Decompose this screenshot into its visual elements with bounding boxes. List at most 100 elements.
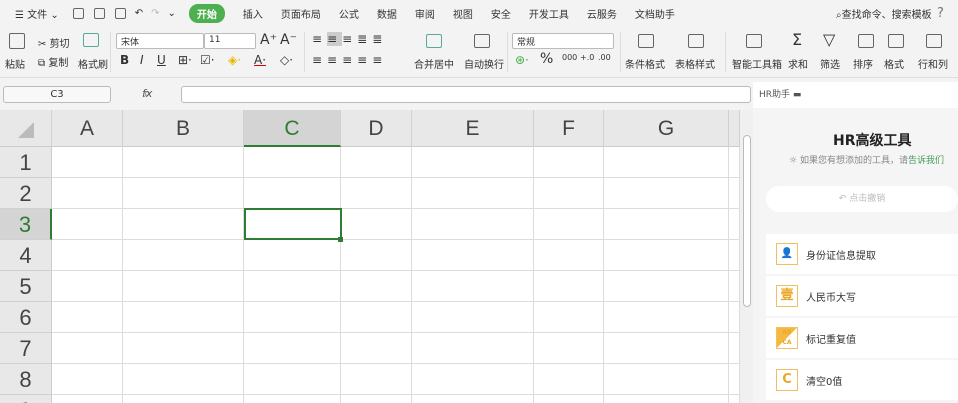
number-format-select[interactable]: 常规 xyxy=(512,33,614,49)
column-header[interactable]: F xyxy=(534,110,604,147)
print-preview-icon[interactable] xyxy=(114,7,126,19)
underline-icon[interactable]: U xyxy=(157,53,166,67)
merge-center-button[interactable]: 合并居中 xyxy=(414,56,454,71)
print-icon[interactable] xyxy=(93,7,105,19)
increase-font-icon[interactable]: A⁺ xyxy=(260,32,277,48)
toolbar-divider xyxy=(620,32,621,72)
clear-icon[interactable]: ◇· xyxy=(280,53,293,67)
paste-icon[interactable] xyxy=(9,33,25,49)
save-icon[interactable] xyxy=(72,7,84,19)
column-header[interactable]: E xyxy=(412,110,534,147)
row-header[interactable]: 8 xyxy=(0,364,52,395)
tab-security[interactable]: 安全 xyxy=(491,6,511,21)
bold-icon[interactable]: B xyxy=(120,53,129,67)
thousands-icon[interactable]: 000 xyxy=(562,53,577,62)
row-header[interactable]: 6 xyxy=(0,302,52,333)
row-header[interactable]: 7 xyxy=(0,333,52,364)
fx-icon[interactable]: fx xyxy=(142,87,152,100)
scrollbar-thumb[interactable] xyxy=(743,135,751,307)
undo-icon[interactable]: ↶ xyxy=(135,8,143,19)
search-command[interactable]: ⌕查找命令、搜索模板 xyxy=(836,6,932,21)
tool-id-extract[interactable]: 👤 身份证信息提取 xyxy=(766,234,958,274)
tool-clear-zero[interactable]: C 清空0值 xyxy=(766,360,958,400)
selected-cell-c3[interactable] xyxy=(244,208,342,240)
tool-rmb-uppercase[interactable]: 壹人民币大写 xyxy=(766,276,958,316)
tab-start[interactable]: 开始 xyxy=(188,3,225,23)
vertical-align-icons[interactable]: ≡≡≡≣≣ xyxy=(312,32,387,46)
column-header[interactable]: B xyxy=(123,110,244,147)
select-all-corner[interactable] xyxy=(0,110,52,147)
customize-icon[interactable]: ⌄ xyxy=(168,8,176,19)
tab-view[interactable]: 视图 xyxy=(453,6,473,21)
format-painter-button[interactable]: 格式刷 xyxy=(78,56,108,71)
table-style-icon xyxy=(688,34,704,48)
tab-doc-assistant[interactable]: 文档助手 xyxy=(635,6,675,21)
font-select[interactable]: 宋体 xyxy=(116,33,204,49)
column-header[interactable]: C xyxy=(244,110,341,147)
row-header[interactable]: 5 xyxy=(0,271,52,302)
paste-button[interactable]: 粘贴 xyxy=(5,56,25,71)
decrease-decimal-icon[interactable]: .00 xyxy=(598,53,611,62)
tab-formulas[interactable]: 公式 xyxy=(339,6,359,21)
undo-button[interactable]: ↶ 点击撤销 xyxy=(766,186,958,212)
tool-label: 标记重复值 xyxy=(806,334,856,346)
column-header[interactable]: D xyxy=(341,110,412,147)
column-header[interactable] xyxy=(729,110,740,147)
tell-us-link[interactable]: 告诉我们 xyxy=(908,156,944,166)
tab-insert[interactable]: 插入 xyxy=(243,6,263,21)
fill-style-icon[interactable]: ☑· xyxy=(200,53,215,67)
row-header[interactable]: 1 xyxy=(0,147,52,178)
currency-icon[interactable]: ⊛· xyxy=(515,53,529,67)
column-gridline xyxy=(603,147,604,403)
fill-handle[interactable] xyxy=(338,237,343,242)
name-box[interactable]: C3 xyxy=(3,86,111,103)
conditional-format-button[interactable]: 条件格式 xyxy=(625,56,665,71)
column-header[interactable]: A xyxy=(52,110,123,147)
chat-icon[interactable]: ▬ xyxy=(793,90,802,100)
decrease-font-icon[interactable]: A⁻ xyxy=(280,32,297,48)
copy-button[interactable]: ⧉ 复制 xyxy=(38,54,68,69)
horizontal-align-icons[interactable]: ≡≡≡≡≡ xyxy=(312,53,387,67)
row-gridline xyxy=(52,332,740,333)
percent-icon[interactable]: % xyxy=(540,51,553,67)
row-header[interactable]: 2 xyxy=(0,178,52,209)
sort-button[interactable]: 排序 xyxy=(853,56,873,71)
help-button[interactable]: ? xyxy=(937,6,944,21)
cut-label: 剪切 xyxy=(49,39,70,50)
table-style-button[interactable]: 表格样式 xyxy=(675,56,715,71)
tab-developer[interactable]: 开发工具 xyxy=(529,6,569,21)
row-header[interactable]: 3 xyxy=(0,209,52,240)
tab-review[interactable]: 审阅 xyxy=(415,6,435,21)
filter-button[interactable]: 筛选 xyxy=(820,56,840,71)
tab-data[interactable]: 数据 xyxy=(377,6,397,21)
formula-input[interactable] xyxy=(181,86,751,103)
rmb-icon: 壹 xyxy=(776,285,798,307)
font-size-select[interactable]: 11 xyxy=(204,33,256,49)
redo-icon[interactable]: ↷ xyxy=(151,8,159,19)
border-icon[interactable]: ⊞· xyxy=(178,53,192,67)
row-gridline xyxy=(52,394,740,395)
sum-button[interactable]: 求和 xyxy=(788,56,808,71)
row-col-button[interactable]: 行和列 xyxy=(918,56,948,71)
row-header[interactable]: 4 xyxy=(0,240,52,271)
tool-mark-duplicates[interactable]: AB CA 标记重复值 xyxy=(766,318,958,358)
column-gridline xyxy=(122,147,123,403)
row-header[interactable]: 9 xyxy=(0,395,52,403)
row-gridline xyxy=(52,270,740,271)
font-color-icon[interactable]: A· xyxy=(254,53,266,67)
fill-color-icon[interactable]: ◈· xyxy=(228,53,241,67)
format-button[interactable]: 格式 xyxy=(884,56,904,71)
spreadsheet-grid[interactable]: ABCDEFG 123456789 xyxy=(0,110,740,403)
hr-assistant-panel: HR助手 ▬ HR高级工具 ☼ 如果您有想添加的工具，请告诉我们 ↶ 点击撤销 … xyxy=(753,82,958,403)
italic-icon[interactable]: I xyxy=(140,53,144,67)
duplicate-icon: AB CA xyxy=(776,327,798,349)
increase-decimal-icon[interactable]: +.0 xyxy=(580,53,594,62)
column-header[interactable]: G xyxy=(604,110,729,147)
wrap-text-button[interactable]: 自动换行 xyxy=(464,56,504,71)
cut-button[interactable]: ✂ 剪切 xyxy=(38,35,70,50)
file-menu[interactable]: ☰ 文件 ⌄ xyxy=(15,6,59,21)
smart-toolbox-button[interactable]: 智能工具箱 xyxy=(732,56,782,71)
tab-cloud[interactable]: 云服务 xyxy=(587,6,617,21)
hint-text: 如果您有想添加的工具，请 xyxy=(799,156,908,166)
tab-page-layout[interactable]: 页面布局 xyxy=(281,6,321,21)
